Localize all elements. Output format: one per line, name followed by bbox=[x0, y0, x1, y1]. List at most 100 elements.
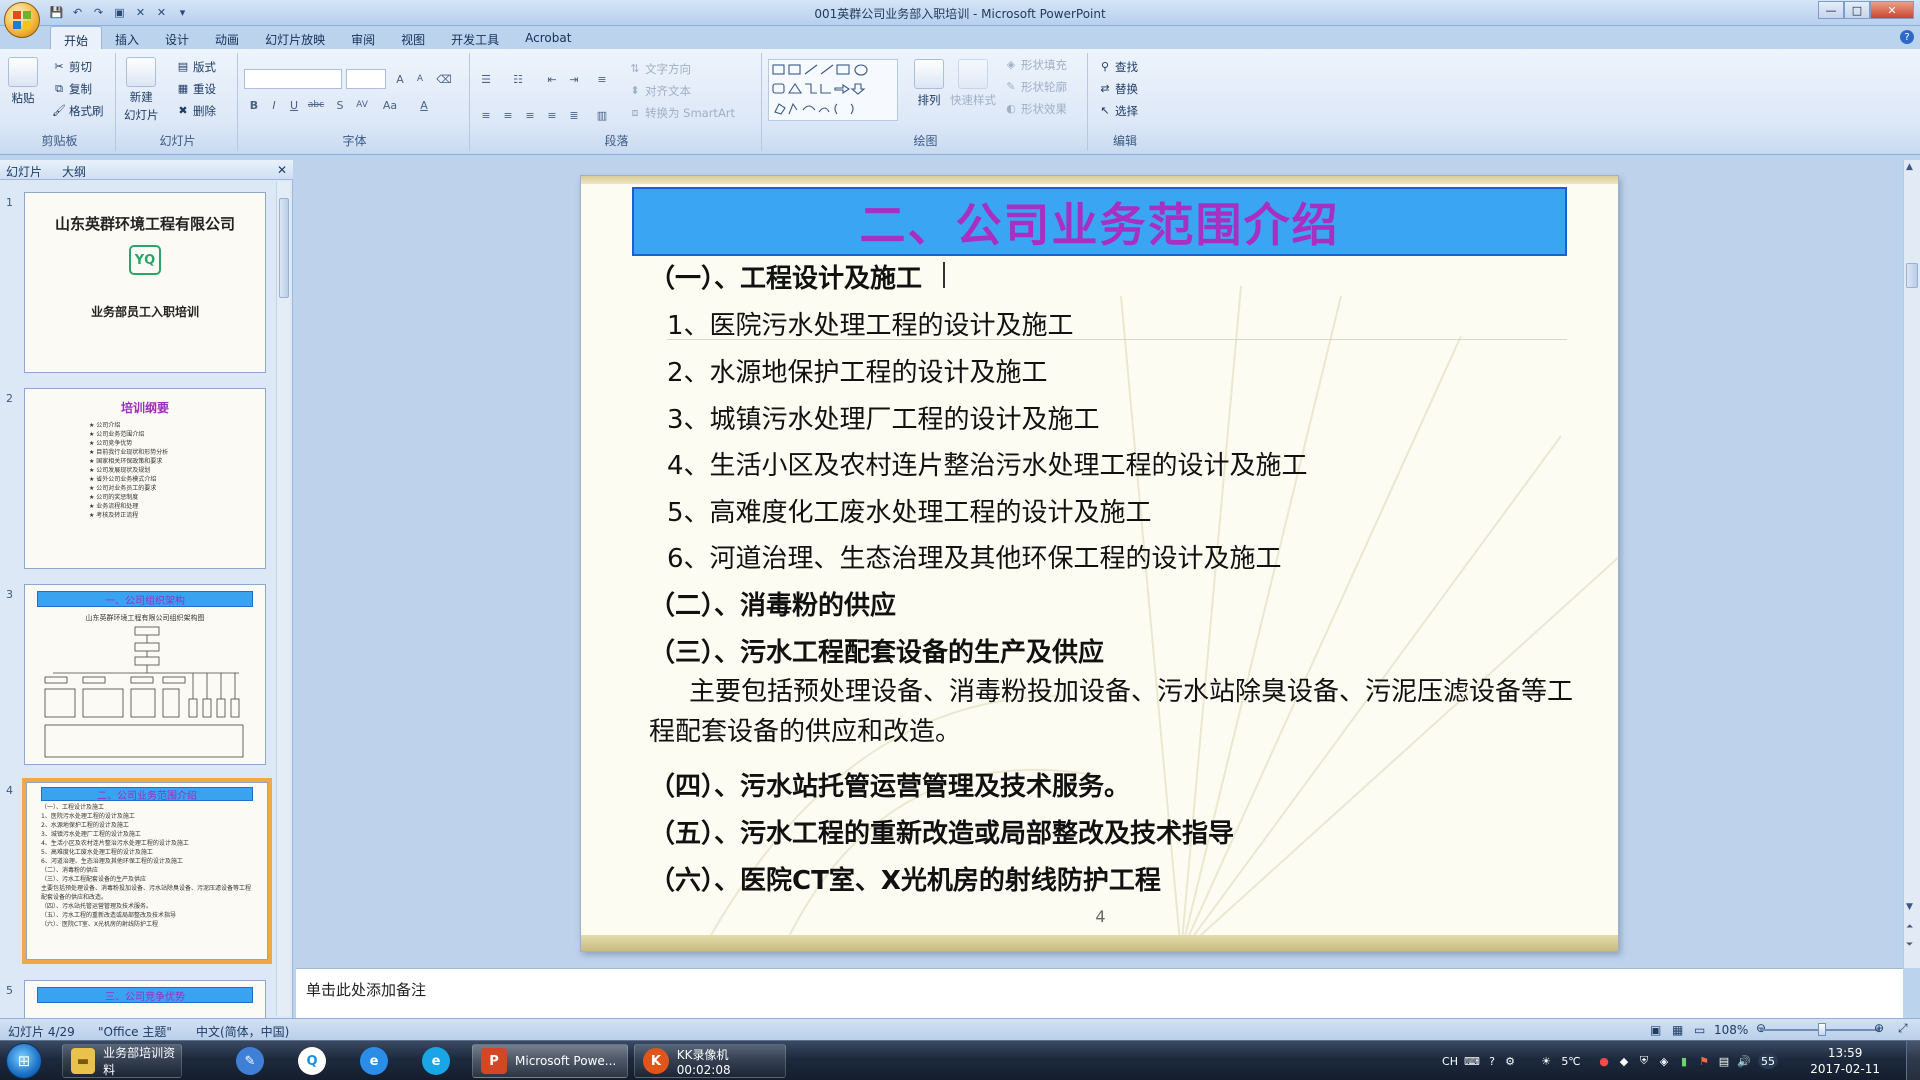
pinned-app-1[interactable]: ✎ bbox=[224, 1044, 276, 1078]
zoom-out-icon[interactable]: ⊖ bbox=[1756, 1021, 1766, 1035]
line-spacing-button[interactable]: ≡ bbox=[592, 69, 612, 89]
bullets-button[interactable]: ☰ bbox=[476, 69, 496, 89]
scroll-thumb[interactable] bbox=[1906, 263, 1918, 288]
slide-thumb-1[interactable]: 山东英群环境工程有限公司 YQ 业务部员工入职培训 bbox=[24, 192, 266, 373]
list-item-2[interactable]: 2、水源地保护工程的设计及施工 bbox=[667, 352, 1048, 389]
taskbar-item-folder[interactable]: ▬ 业务部培训资料 bbox=[62, 1044, 182, 1078]
volume-icon[interactable]: 🔊 bbox=[1736, 1053, 1752, 1069]
cut-button[interactable]: ✂ 剪切 bbox=[52, 59, 92, 75]
justify-button[interactable]: ≡ bbox=[542, 105, 562, 125]
tab-animations[interactable]: 动画 bbox=[202, 26, 252, 50]
office-button[interactable] bbox=[4, 2, 40, 38]
zoom-in-icon[interactable]: ⊕ bbox=[1874, 1021, 1884, 1035]
heading-1[interactable]: （一）、工程设计及施工 bbox=[649, 258, 922, 295]
distribute-button[interactable]: ≣ bbox=[564, 105, 584, 125]
input-language[interactable]: CH bbox=[1440, 1053, 1460, 1069]
clock[interactable]: 13:59 2017-02-11 bbox=[1810, 1045, 1880, 1077]
normal-view-icon[interactable]: ▣ bbox=[1650, 1023, 1661, 1037]
pinned-app-ie[interactable]: e bbox=[348, 1044, 400, 1078]
close-button[interactable]: ✕ bbox=[1870, 1, 1914, 19]
heading-2[interactable]: （二）、消毒粉的供应 bbox=[649, 585, 896, 622]
numbering-button[interactable]: ☷ bbox=[508, 69, 528, 89]
tab-slideshow[interactable]: 幻灯片放映 bbox=[252, 26, 338, 50]
decrease-indent-button[interactable]: ⇤ bbox=[542, 69, 562, 89]
scroll-down-icon[interactable]: ▼ bbox=[1906, 902, 1913, 912]
pinned-app-qq[interactable]: Q bbox=[286, 1044, 338, 1078]
fit-to-window-icon[interactable]: ⤢ bbox=[1898, 1021, 1908, 1036]
shape-effects-button[interactable]: ◐ 形状效果 bbox=[1004, 101, 1067, 117]
find-button[interactable]: ⚲ 查找 bbox=[1098, 59, 1138, 75]
replace-button[interactable]: ⇄ 替换 bbox=[1098, 81, 1138, 97]
columns-button[interactable]: ▥ bbox=[592, 105, 612, 125]
maximize-button[interactable]: □ bbox=[1844, 1, 1870, 19]
start-button[interactable]: ⊞ bbox=[6, 1043, 42, 1079]
language-indicator[interactable]: 中文(简体，中国) bbox=[196, 1023, 289, 1040]
network-app-icon[interactable]: ◆ bbox=[1616, 1053, 1632, 1069]
tab-review[interactable]: 审阅 bbox=[338, 26, 388, 50]
shape-outline-button[interactable]: ✎ 形状轮廓 bbox=[1004, 79, 1067, 95]
increase-indent-button[interactable]: ⇥ bbox=[564, 69, 584, 89]
paragraph-equipment[interactable]: 主要包括预处理设备、消毒粉投加设备、污水站除臭设备、污泥压滤设备等工程配套设备的… bbox=[649, 672, 1579, 752]
tab-slides-pane[interactable]: 幻灯片 bbox=[6, 163, 42, 180]
list-item-1[interactable]: 1、医院污水处理工程的设计及施工 bbox=[667, 305, 1074, 342]
shape-fill-button[interactable]: ◈ 形状填充 bbox=[1004, 57, 1067, 73]
scroll-up-icon[interactable]: ▲ bbox=[1906, 162, 1913, 172]
tab-view[interactable]: 视图 bbox=[388, 26, 438, 50]
slide-thumb-5[interactable]: 三、公司竞争优势 bbox=[24, 980, 266, 1018]
pane-scroll-thumb[interactable] bbox=[279, 198, 289, 298]
zoom-slider-knob[interactable] bbox=[1818, 1023, 1826, 1036]
layout-button[interactable]: ▤ 版式 bbox=[176, 59, 216, 75]
format-painter-button[interactable]: 🖌 格式刷 bbox=[52, 103, 103, 119]
heading-3[interactable]: （三）、污水工程配套设备的生产及供应 bbox=[649, 632, 1104, 669]
notification-badge[interactable]: 55 bbox=[1758, 1053, 1778, 1069]
list-item-4[interactable]: 4、生活小区及农村连片整治污水处理工程的设计及施工 bbox=[667, 445, 1308, 482]
clear-format-button[interactable]: ⌫ bbox=[434, 69, 454, 89]
tray-app-icon[interactable]: ◈ bbox=[1656, 1053, 1672, 1069]
show-desktop-button[interactable] bbox=[1906, 1041, 1920, 1080]
list-item-3[interactable]: 3、城镇污水处理厂工程的设计及施工 bbox=[667, 399, 1100, 436]
security-icon[interactable]: ● bbox=[1596, 1053, 1612, 1069]
zoom-level[interactable]: 108% bbox=[1714, 1023, 1748, 1037]
font-color-button[interactable]: A bbox=[414, 95, 434, 115]
slide-title[interactable]: 二、公司业务范围介绍 bbox=[632, 187, 1567, 256]
align-right-button[interactable]: ≡ bbox=[520, 105, 540, 125]
shrink-font-button[interactable]: A bbox=[410, 69, 430, 89]
tab-outline-pane[interactable]: 大纲 bbox=[62, 163, 86, 180]
notes-placeholder[interactable]: 单击此处添加备注 bbox=[306, 979, 426, 1000]
underline-button[interactable]: U bbox=[284, 95, 304, 115]
grow-font-button[interactable]: A bbox=[390, 69, 410, 89]
current-slide[interactable]: 二、公司业务范围介绍 （一）、工程设计及施工 1、医院污水处理工程的设计及施工 … bbox=[580, 175, 1619, 952]
pane-scrollbar[interactable] bbox=[276, 182, 290, 1016]
italic-button[interactable]: I bbox=[264, 95, 284, 115]
flag-icon[interactable]: ⚑ bbox=[1696, 1053, 1712, 1069]
heading-5[interactable]: （五）、污水工程的重新改造或局部整改及技术指导 bbox=[649, 813, 1234, 850]
keyboard-icon[interactable]: ⌨ bbox=[1464, 1053, 1480, 1069]
slideshow-view-icon[interactable]: ▭ bbox=[1694, 1023, 1705, 1037]
tray-settings-icon[interactable]: ⚙ bbox=[1502, 1053, 1518, 1069]
slide-sorter-view-icon[interactable]: ▦ bbox=[1672, 1023, 1683, 1037]
tab-insert[interactable]: 插入 bbox=[102, 26, 152, 50]
tab-acrobat[interactable]: Acrobat bbox=[512, 26, 584, 50]
battery-icon[interactable]: ▮ bbox=[1676, 1053, 1692, 1069]
list-item-6[interactable]: 6、河道治理、生态治理及其他环保工程的设计及施工 bbox=[667, 538, 1282, 575]
heading-6[interactable]: （六）、医院CT室、X光机房的射线防护工程 bbox=[649, 860, 1161, 897]
shield-icon[interactable]: ⛨ bbox=[1636, 1053, 1652, 1069]
copy-button[interactable]: ⧉ 复制 bbox=[52, 81, 92, 97]
tab-home[interactable]: 开始 bbox=[50, 26, 103, 50]
next-slide-icon[interactable]: ⏷ bbox=[1906, 940, 1913, 950]
arrange-button[interactable]: 排列 bbox=[914, 59, 944, 108]
convert-smartart-button[interactable]: ⧈ 转换为 SmartArt bbox=[628, 105, 736, 121]
slide-thumb-4[interactable]: 二、公司业务范围介绍 （一）、工程设计及施工 1、医院污水处理工程的设计及施工 … bbox=[22, 778, 272, 964]
heading-4[interactable]: （四）、污水站托管运营管理及技术服务。 bbox=[649, 766, 1130, 803]
char-spacing-button[interactable]: AV bbox=[352, 95, 372, 115]
reset-button[interactable]: ▦ 重设 bbox=[176, 81, 216, 97]
taskbar-item-kk-recorder[interactable]: K KK录像机 00:02:08 bbox=[634, 1044, 786, 1078]
minimize-button[interactable]: — bbox=[1818, 1, 1844, 19]
align-left-button[interactable]: ≡ bbox=[476, 105, 496, 125]
tab-design[interactable]: 设计 bbox=[152, 26, 202, 50]
help-icon[interactable]: ? bbox=[1900, 30, 1914, 44]
text-shadow-button[interactable]: S bbox=[330, 95, 350, 115]
paste-button[interactable]: 粘贴 bbox=[8, 57, 38, 106]
shapes-gallery[interactable] bbox=[768, 59, 898, 121]
font-name-field[interactable] bbox=[244, 69, 342, 89]
